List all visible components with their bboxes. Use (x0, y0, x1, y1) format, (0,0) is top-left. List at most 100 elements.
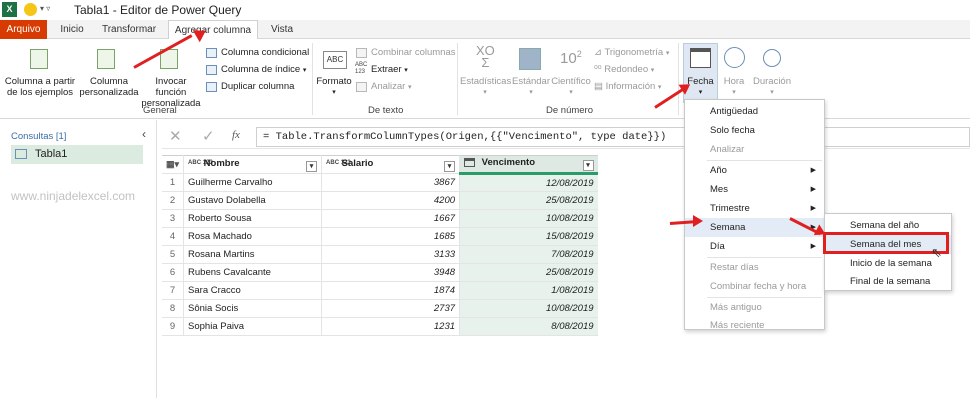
table-row[interactable]: 6 Rubens Cavalcante 3948 25/08/2019 (162, 263, 598, 282)
trigonometry-button[interactable]: ⊿ Trigonometría ▾ (594, 47, 669, 59)
cell-nombre[interactable]: Sônia Socis (183, 299, 323, 318)
submenu-arrow-icon: ▶ (810, 205, 816, 212)
information-button[interactable]: ▤ Información ▾ (594, 81, 661, 93)
formula-input[interactable]: = Table.TransformColumnTypes(Origen,{{"V… (256, 127, 970, 147)
ribbon-separator (312, 43, 313, 115)
duplicate-column-button[interactable]: Duplicar columna (221, 81, 294, 92)
table-row[interactable]: 9 Sophia Paiva 1231 8/08/2019 (162, 317, 598, 336)
format-button[interactable]: Formato ▾ (316, 76, 352, 98)
tab-home[interactable]: Inicio (54, 20, 90, 39)
fx-icon[interactable]: fx (232, 129, 240, 141)
cell-nombre[interactable]: Rubens Cavalcante (183, 263, 323, 282)
menu-item-month[interactable]: Mes ▶ (685, 180, 824, 199)
queries-pane: Consultas [1] ‹ Tabla1 www.ninjadelexcel… (0, 120, 157, 398)
smiley-icon[interactable] (24, 3, 37, 16)
cell-vencimento[interactable]: 25/08/2019 (459, 263, 598, 282)
cell-salario[interactable]: 1874 (321, 281, 461, 300)
custom-column-button[interactable]: Columna personalizada (78, 76, 140, 98)
conditional-column-button[interactable]: Columna condicional (221, 47, 309, 58)
menu-item-end-of-week[interactable]: Final de la semana (825, 272, 951, 291)
column-from-examples-icon (30, 49, 48, 69)
scientific-button[interactable]: Científico ▾ (551, 76, 591, 98)
cell-vencimento[interactable]: 1/08/2019 (459, 281, 598, 300)
filter-dropdown-icon[interactable]: ▾ (306, 160, 318, 172)
statistics-icon: XO Σ (476, 43, 495, 70)
cell-vencimento[interactable]: 8/08/2019 (459, 317, 598, 336)
cell-salario[interactable]: 4200 (321, 191, 461, 210)
cell-nombre[interactable]: Gustavo Dolabella (183, 191, 323, 210)
menu-item-parse[interactable]: Analizar (685, 140, 824, 159)
menu-item-day[interactable]: Día ▶ (685, 237, 824, 256)
cell-salario[interactable]: 2737 (321, 299, 461, 318)
cell-vencimento[interactable]: 7/08/2019 (459, 245, 598, 264)
table-row[interactable]: 5 Rosana Martins 3133 7/08/2019 (162, 245, 598, 264)
cell-salario[interactable]: 3133 (321, 245, 461, 264)
rounding-button[interactable]: ⁰⁰ Redondeo ▾ (594, 64, 654, 76)
tab-view[interactable]: Vista (264, 20, 300, 39)
cell-salario[interactable]: 3948 (321, 263, 461, 282)
parse-button[interactable]: Analizar ▾ (371, 81, 411, 93)
index-column-button[interactable]: Columna de índice ▾ (221, 64, 306, 76)
filter-dropdown-icon[interactable]: ▾ (582, 160, 594, 171)
menu-item-subtract-days[interactable]: Restar días (685, 258, 824, 277)
menu-item-year[interactable]: Año ▶ (685, 161, 824, 180)
cell-salario[interactable]: 1667 (321, 209, 461, 228)
menu-item-label: Día (710, 241, 725, 252)
table-row[interactable]: 7 Sara Cracco 1874 1/08/2019 (162, 281, 598, 300)
formula-text: = Table.TransformColumnTypes(Origen,{{"V… (263, 131, 667, 143)
excel-icon[interactable]: X (2, 2, 17, 17)
statistics-button[interactable]: Estadísticas ▾ (460, 76, 511, 98)
query-item-tabla1[interactable]: Tabla1 (11, 145, 143, 164)
column-header-vencimento[interactable]: Vencimento ▾ (459, 155, 598, 175)
merge-columns-button[interactable]: Combinar columnas (371, 47, 455, 58)
collapse-pane-icon[interactable]: ‹ (142, 127, 146, 141)
menu-item-age[interactable]: Antigüedad (685, 102, 824, 121)
cell-vencimento[interactable]: 10/08/2019 (459, 209, 598, 228)
menu-item-date-only[interactable]: Solo fecha (685, 121, 824, 140)
duplicate-column-icon (206, 82, 217, 92)
extract-button[interactable]: Extraer ▾ (371, 64, 408, 76)
table-row[interactable]: 3 Roberto Sousa 1667 10/08/2019 (162, 209, 598, 228)
cell-vencimento[interactable]: 15/08/2019 (459, 227, 598, 246)
annotation-arrowhead (693, 215, 703, 227)
table-row[interactable]: 2 Gustavo Dolabella 4200 25/08/2019 (162, 191, 598, 210)
time-button[interactable]: Hora ▾ (719, 76, 749, 98)
menu-item-earliest[interactable]: Más antiguo (685, 298, 824, 317)
filter-dropdown-icon[interactable]: ▾ (444, 160, 456, 172)
tab-file[interactable]: Arquivo (0, 20, 47, 39)
cell-salario[interactable]: 3867 (321, 173, 461, 192)
column-from-examples-button[interactable]: Columna a partir de los ejemplos (2, 76, 78, 98)
menu-item-week[interactable]: Semana ▶ (685, 218, 824, 237)
duration-button[interactable]: Duración ▾ (752, 76, 792, 98)
tab-add-column[interactable]: Agregar columna (168, 20, 258, 40)
menu-item-combine-date-time[interactable]: Combinar fecha y hora (685, 277, 824, 296)
column-header-salario[interactable]: ABC 123 Salario ▾ (321, 155, 461, 174)
custom-column-label-1: Columna (89, 76, 129, 87)
cancel-icon[interactable]: ✕ (169, 127, 182, 145)
confirm-icon[interactable]: ✓ (202, 127, 215, 145)
cell-salario[interactable]: 1231 (321, 317, 461, 336)
tab-transform[interactable]: Transformar (96, 20, 162, 39)
table-row[interactable]: 4 Rosa Machado 1685 15/08/2019 (162, 227, 598, 246)
table-row[interactable]: 8 Sônia Socis 2737 10/08/2019 (162, 299, 598, 318)
column-header-label: Nombre (203, 157, 240, 169)
cell-salario[interactable]: 1685 (321, 227, 461, 246)
cell-nombre[interactable]: Guilherme Carvalho (183, 173, 323, 192)
menu-item-latest[interactable]: Más reciente (685, 316, 824, 335)
table-row[interactable]: 1 Guilherme Carvalho 3867 12/08/2019 (162, 173, 598, 192)
row-number: 9 (162, 317, 185, 336)
cell-nombre[interactable]: Sara Cracco (183, 281, 323, 300)
column-header-nombre[interactable]: ABC 123 Nombre ▾ (183, 155, 323, 174)
cell-nombre[interactable]: Roberto Sousa (183, 209, 323, 228)
custom-column-icon (97, 49, 115, 69)
cell-nombre[interactable]: Rosana Martins (183, 245, 323, 264)
menu-item-quarter[interactable]: Trimestre ▶ (685, 199, 824, 218)
cell-vencimento[interactable]: 10/08/2019 (459, 299, 598, 318)
quick-access-dropdown-icon[interactable]: ▾ ▿ (40, 4, 50, 13)
cell-vencimento[interactable]: 25/08/2019 (459, 191, 598, 210)
standard-button[interactable]: Estándar ▾ (508, 76, 554, 98)
table-menu-icon[interactable]: ▦▾ (162, 155, 185, 174)
cell-nombre[interactable]: Rosa Machado (183, 227, 323, 246)
cell-vencimento[interactable]: 12/08/2019 (459, 173, 598, 192)
cell-nombre[interactable]: Sophia Paiva (183, 317, 323, 336)
